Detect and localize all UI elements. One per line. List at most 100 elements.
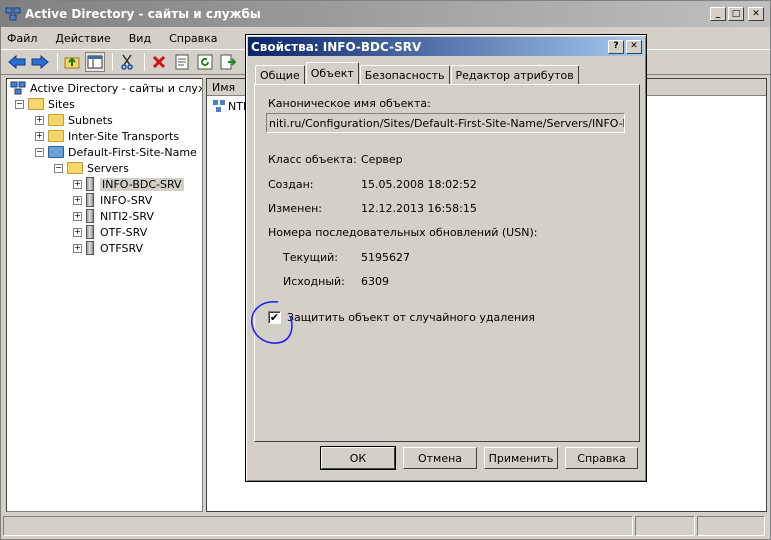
tree-item-label: Inter-Site Transports <box>68 129 180 143</box>
column-header-label: Имя <box>212 80 236 94</box>
ntds-settings-icon <box>213 100 225 112</box>
protect-deletion-label[interactable]: Защитить объект от случайного удаления <box>287 311 535 324</box>
server-icon <box>86 225 94 239</box>
object-class-label: Класс объекта: <box>268 153 357 166</box>
forward-button[interactable] <box>30 52 50 72</box>
status-cell <box>697 516 765 536</box>
help-button[interactable]: ? <box>608 39 624 54</box>
folder-icon <box>67 162 83 174</box>
tree-item-label: INFO-BDC-SRV <box>100 177 184 191</box>
collapse-icon[interactable]: − <box>54 163 63 173</box>
usn-original-value: 6309 <box>361 275 389 288</box>
scissors-icon <box>121 54 133 70</box>
dialog-title: Свойства: INFO-BDC-SRV <box>251 39 422 54</box>
usn-label: Номера последовательных обновлений (USN)… <box>268 226 538 239</box>
menu-action[interactable]: Действие <box>55 32 110 45</box>
back-arrow-icon <box>8 55 26 69</box>
collapse-icon[interactable]: − <box>35 147 44 157</box>
expand-icon[interactable]: + <box>73 243 82 253</box>
object-class-value: Сервер <box>361 153 403 166</box>
expand-icon[interactable]: + <box>73 227 82 237</box>
tree-item-sites[interactable]: − Sites <box>15 96 75 112</box>
tree-item-server[interactable]: + OTF-SRV <box>73 224 147 240</box>
tab-strip: Общие Объект Безопасность Редактор атриб… <box>255 62 580 84</box>
up-folder-button[interactable] <box>62 52 82 72</box>
tree-item-label: Subnets <box>68 113 113 127</box>
close-button[interactable]: ✕ <box>748 7 764 21</box>
apply-button[interactable]: Применить <box>484 447 558 469</box>
tree-item-label: NITI2-SRV <box>100 209 154 223</box>
modified-value: 12.12.2013 16:58:15 <box>361 202 477 215</box>
tree-item-servers[interactable]: − Servers <box>54 160 129 176</box>
canonical-name-field[interactable]: niti.ru/Configuration/Sites/Default-Firs… <box>266 113 625 133</box>
tree-item-subnets[interactable]: + Subnets <box>35 112 113 128</box>
dialog-close-button[interactable]: ✕ <box>626 39 642 54</box>
tree-item-server[interactable]: + OTFSRV <box>73 240 143 256</box>
server-icon <box>86 241 94 255</box>
main-titlebar[interactable]: Active Directory - сайты и службы _ □ ✕ <box>1 1 770 27</box>
tree-item-default-site[interactable]: − Default-First-Site-Name <box>35 144 197 160</box>
up-folder-icon <box>64 57 80 69</box>
active-directory-icon <box>5 7 21 21</box>
menu-help[interactable]: Справка <box>169 32 217 45</box>
protect-deletion-checkbox[interactable]: ✔ <box>268 311 281 324</box>
tree-item-label: INFO-SRV <box>100 193 153 207</box>
properties-button[interactable] <box>172 52 192 72</box>
toolbar-separator <box>144 53 145 71</box>
tree-item-label: Default-First-Site-Name <box>68 145 197 159</box>
maximize-button[interactable]: □ <box>728 7 744 21</box>
tab-general[interactable]: Общие <box>255 65 305 84</box>
help-dialog-button[interactable]: Справка <box>565 447 638 469</box>
server-icon <box>86 177 94 191</box>
tab-object[interactable]: Объект <box>305 62 359 84</box>
delete-button[interactable] <box>149 52 169 72</box>
expand-icon[interactable]: + <box>73 195 82 205</box>
site-icon <box>48 146 64 158</box>
canonical-name-label: Каноническое имя объекта: <box>268 97 431 110</box>
cancel-button[interactable]: Отмена <box>403 447 477 469</box>
toolbar-separator <box>112 53 113 71</box>
export-list-button[interactable] <box>218 52 238 72</box>
usn-current-value: 5195627 <box>361 251 410 264</box>
main-window-title: Active Directory - сайты и службы <box>25 7 261 21</box>
export-icon <box>220 54 236 70</box>
status-cell <box>3 516 633 536</box>
refresh-icon <box>197 54 213 70</box>
tree-item-label: Servers <box>87 161 129 175</box>
expand-icon[interactable]: + <box>35 131 44 141</box>
expand-icon[interactable]: + <box>73 179 82 189</box>
tree-root[interactable]: Active Directory - сайты и службы <box>10 80 202 96</box>
collapse-icon[interactable]: − <box>15 99 24 109</box>
cut-button[interactable] <box>117 52 137 72</box>
tab-attribute-editor[interactable]: Редактор атрибутов <box>450 65 579 84</box>
menu-file[interactable]: Файл <box>7 32 37 45</box>
back-button[interactable] <box>7 52 27 72</box>
tree-item-server[interactable]: + INFO-SRV <box>73 192 152 208</box>
tab-security[interactable]: Безопасность <box>359 65 450 84</box>
tree-item-server[interactable]: + INFO-BDC-SRV <box>73 176 184 192</box>
forward-arrow-icon <box>31 55 49 69</box>
dialog-titlebar[interactable]: Свойства: INFO-BDC-SRV ? ✕ <box>248 37 644 56</box>
usn-current-label: Текущий: <box>283 251 339 264</box>
expand-icon[interactable]: + <box>35 115 44 125</box>
tree-root-label: Active Directory - сайты и службы <box>30 81 202 95</box>
status-cell <box>635 516 695 536</box>
folder-icon <box>48 130 64 142</box>
menu-view[interactable]: Вид <box>129 32 151 45</box>
tree-pane[interactable]: Active Directory - сайты и службы − Site… <box>6 78 203 512</box>
properties-icon <box>175 54 189 70</box>
tree-item-label: OTF-SRV <box>100 225 148 239</box>
refresh-button[interactable] <box>195 52 215 72</box>
expand-icon[interactable]: + <box>73 211 82 221</box>
minimize-button[interactable]: _ <box>710 7 726 21</box>
tree-item-label: OTFSRV <box>100 241 144 255</box>
tree-item-label: Sites <box>48 97 75 111</box>
ok-button[interactable]: ОК <box>320 446 396 470</box>
tree-item-server[interactable]: + NITI2-SRV <box>73 208 154 224</box>
tree-item-inter-site[interactable]: + Inter-Site Transports <box>35 128 179 144</box>
active-directory-icon <box>10 81 26 95</box>
usn-original-label: Исходный: <box>283 275 345 288</box>
show-hide-tree-button[interactable] <box>85 52 105 72</box>
created-label: Создан: <box>268 178 314 191</box>
folder-icon <box>28 98 44 110</box>
